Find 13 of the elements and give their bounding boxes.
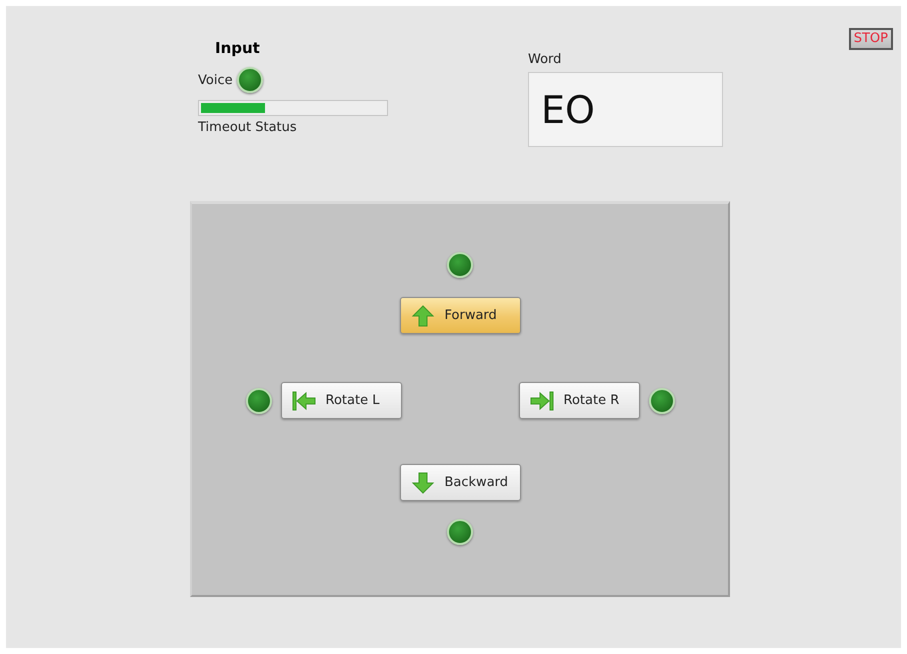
up-arrow-icon [410,304,434,328]
section-title: Input [215,39,261,57]
timeout-label: Timeout Status [198,120,298,135]
direction-button[interactable]: Backward [400,464,520,501]
direction-button[interactable]: Forward [400,297,520,334]
direction-button[interactable]: Rotate L [280,382,402,419]
right-arrow-icon [530,388,554,412]
voice-label: Voice [198,72,233,88]
word-label: Word [528,52,562,67]
down-arrow-icon [410,470,434,494]
left-arrow-icon [292,388,316,412]
direction-button[interactable]: Rotate R [518,382,640,419]
word-display: EO [528,72,723,147]
